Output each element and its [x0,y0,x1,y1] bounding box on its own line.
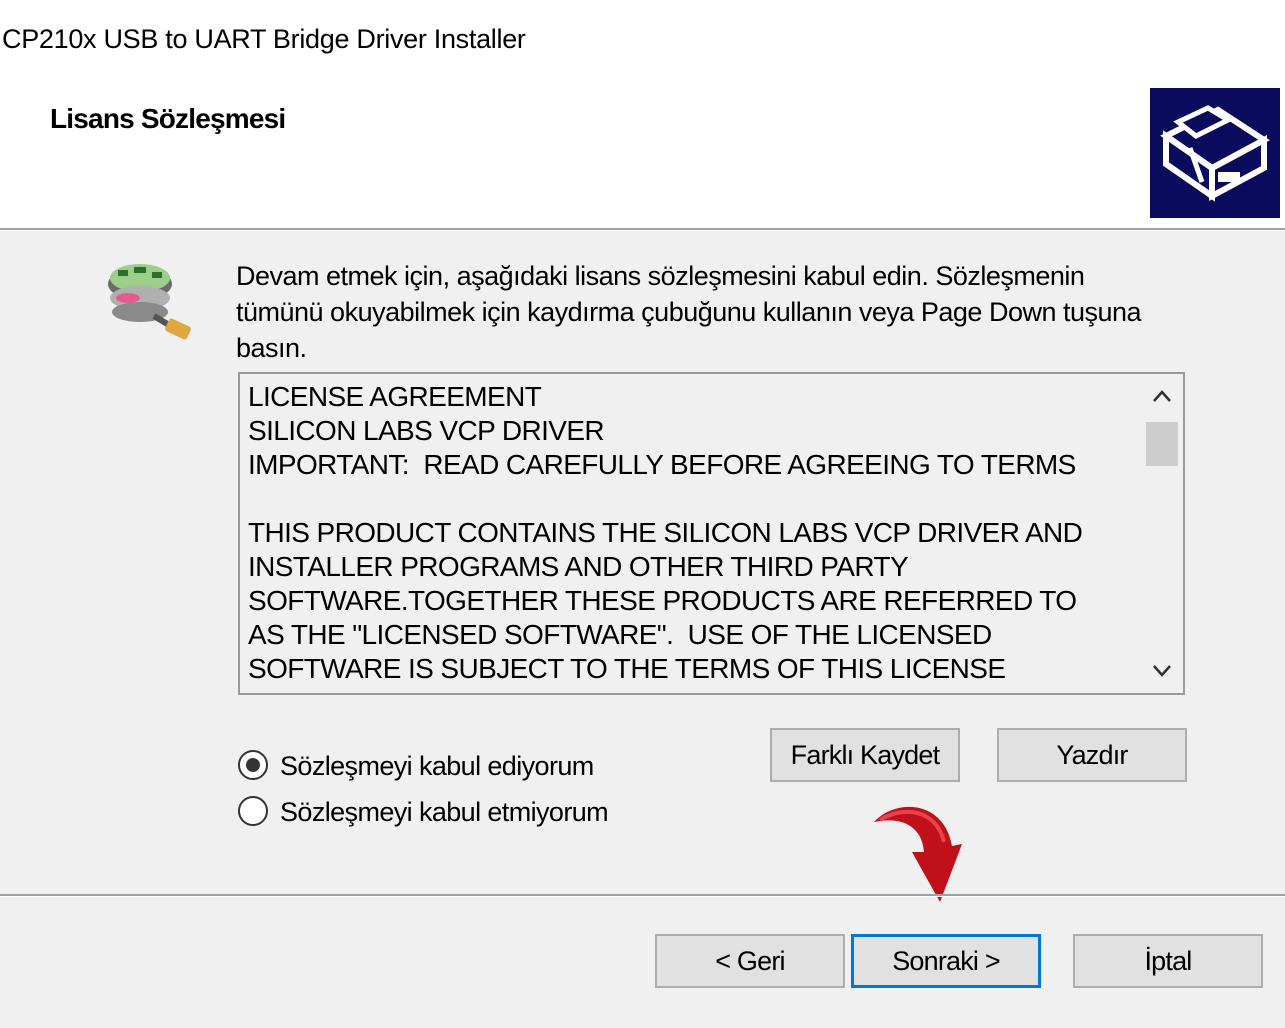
radio-selected-dot [246,758,260,772]
license-text: LICENSE AGREEMENT SILICON LABS VCP DRIVE… [248,381,1083,684]
license-scrollbar[interactable] [1141,374,1183,693]
scroll-up-icon[interactable] [1141,374,1183,418]
footer-separator [0,894,1285,897]
scroll-thumb[interactable] [1146,422,1178,466]
scroll-down-icon[interactable] [1141,649,1183,693]
accept-radio-button[interactable] [238,750,268,780]
next-button[interactable]: Sonraki > [851,934,1041,988]
install-box-icon [1150,88,1280,218]
window-title: CP210x USB to UART Bridge Driver Install… [2,24,526,54]
cancel-button[interactable]: İptal [1073,934,1263,988]
back-button[interactable]: < Geri [655,934,845,988]
header-separator [0,228,1285,231]
print-button[interactable]: Yazdır [997,728,1187,782]
instruction-text: Devam etmek için, aşağıdaki lisans sözle… [236,261,1142,363]
wizard-header: CP210x USB to UART Bridge Driver Install… [0,0,1285,228]
license-textbox[interactable]: LICENSE AGREEMENT SILICON LABS VCP DRIVE… [238,372,1185,695]
curved-arrow-icon [866,794,990,910]
save-as-button[interactable]: Farklı Kaydet [770,728,960,782]
usb-connector-icon [104,258,192,342]
page-title: Lisans Sözleşmesi [50,103,286,134]
decline-radio-label[interactable]: Sözleşmeyi kabul etmiyorum [280,792,609,832]
accept-radio-label[interactable]: Sözleşmeyi kabul ediyorum [280,746,594,786]
decline-radio-button[interactable] [238,796,268,826]
